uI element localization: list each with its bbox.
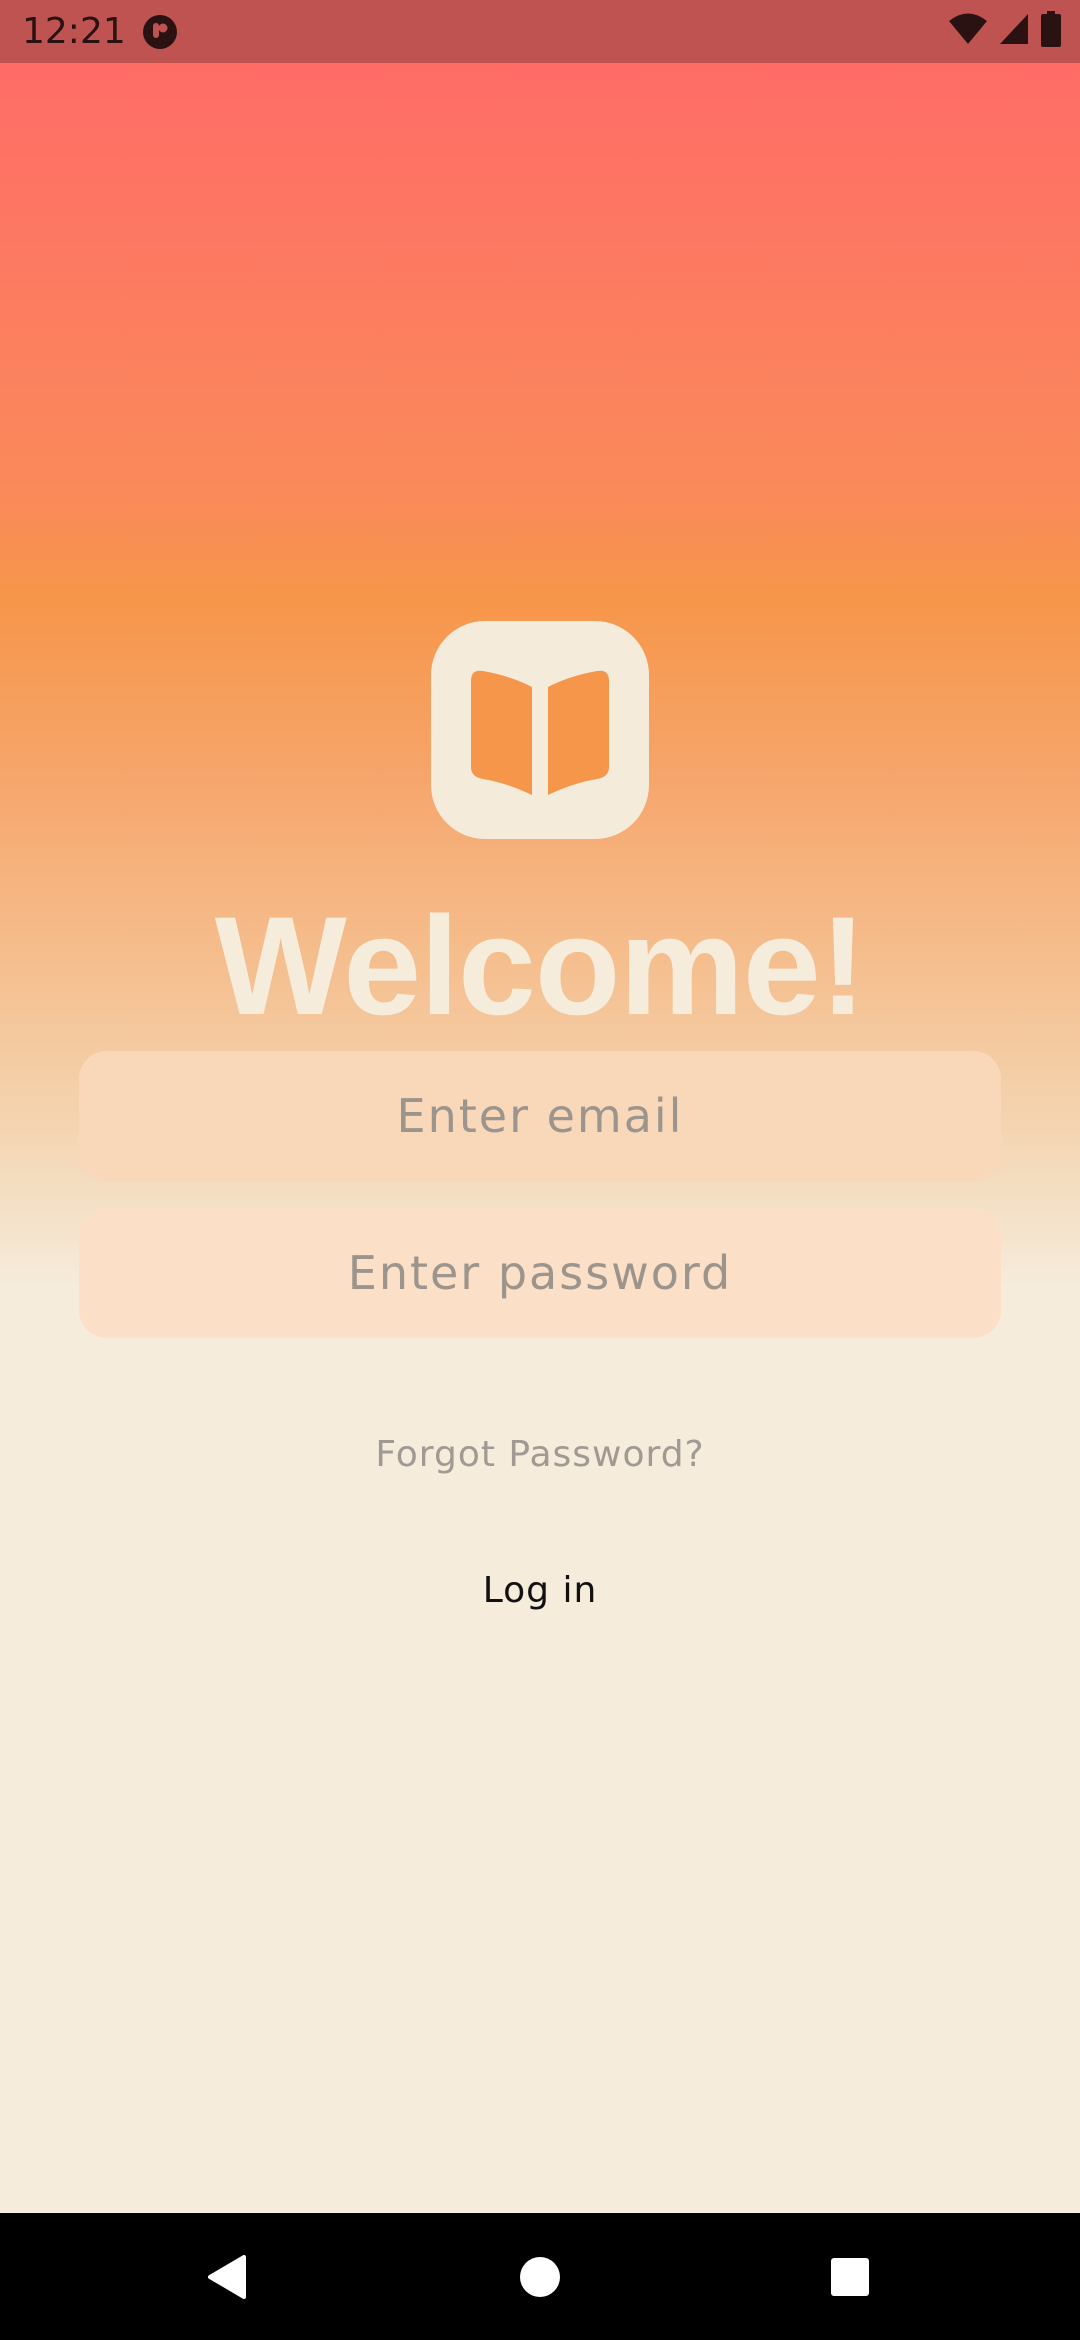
password-field-container [79, 1208, 1001, 1338]
nav-back-button[interactable] [166, 2213, 286, 2340]
nav-recents-button[interactable] [790, 2213, 910, 2340]
email-input[interactable] [79, 1051, 1001, 1181]
wifi-icon [948, 12, 988, 51]
login-button[interactable]: Log in [440, 1560, 640, 1620]
app-notification-icon [142, 14, 178, 50]
email-field-container [79, 1051, 1001, 1181]
cell-signal-icon [998, 12, 1030, 51]
back-triangle-icon [208, 2255, 246, 2299]
password-input[interactable] [79, 1208, 1001, 1338]
system-nav-bar [0, 2213, 1080, 2340]
forgot-password-link[interactable]: Forgot Password? [0, 1432, 1080, 1478]
welcome-title: Welcome! [214, 887, 867, 1044]
recents-square-icon [831, 2258, 869, 2296]
status-bar: 12:21 [0, 0, 1080, 63]
status-icons [948, 10, 1062, 52]
home-circle-icon [520, 2257, 560, 2297]
nav-home-button[interactable] [480, 2213, 600, 2340]
login-screen: 12:21 Welcome! Enter email Forgot Passwo… [0, 0, 1080, 2340]
battery-icon [1040, 10, 1062, 52]
open-book-icon [471, 670, 609, 795]
app-logo [431, 621, 649, 839]
status-time: 12:21 [22, 11, 126, 52]
